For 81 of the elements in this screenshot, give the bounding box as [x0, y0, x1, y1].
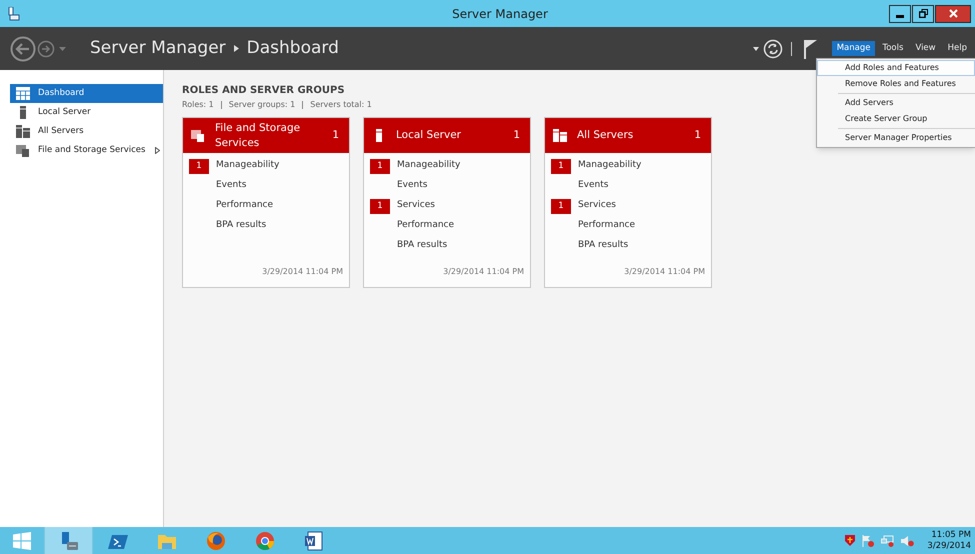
- speaker-icon[interactable]: [901, 534, 914, 546]
- timestamp: 3/29/2014 11:04 PM: [624, 266, 705, 278]
- flag-icon[interactable]: [804, 38, 818, 58]
- sidebar-item[interactable]: Dashboard: [10, 84, 163, 103]
- refresh-icon[interactable]: [762, 38, 783, 58]
- servers-icon: [16, 125, 30, 138]
- back-icon[interactable]: [10, 36, 36, 62]
- card-title: Local Server: [396, 128, 462, 143]
- restore-icon: [918, 9, 928, 18]
- sidebar-item[interactable]: All Servers: [10, 122, 163, 141]
- grid-icon: [16, 87, 30, 100]
- menu-item[interactable]: Tools: [877, 41, 908, 56]
- timestamp: 3/29/2014 11:04 PM: [443, 266, 524, 278]
- browser-icon: [254, 530, 274, 550]
- status-link[interactable]: Events: [397, 179, 428, 193]
- menu-option[interactable]: Remove Roles and Features: [817, 76, 975, 92]
- restore-button[interactable]: [912, 4, 934, 22]
- servers-icon: [553, 129, 567, 142]
- status-link[interactable]: Performance: [216, 199, 274, 213]
- status-link[interactable]: BPA results: [578, 239, 628, 253]
- card-header[interactable]: File and Storage Services 1: [183, 118, 349, 153]
- card-title: File and Storage Services: [215, 120, 302, 150]
- clock[interactable]: 11:05 PM 3/29/2014: [927, 530, 971, 552]
- page-title: Dashboard: [246, 36, 339, 60]
- summary-text: Servers total: 1: [310, 99, 372, 111]
- status-link[interactable]: Services: [397, 199, 435, 213]
- menu-option[interactable]: Add Roles and Features: [817, 60, 975, 76]
- summary-text: Roles: 1: [182, 99, 214, 111]
- close-icon: [948, 9, 958, 18]
- expand-icon[interactable]: [155, 147, 160, 154]
- status-link[interactable]: Manageability: [578, 159, 642, 173]
- alert-badge: 1: [551, 158, 571, 174]
- window-title: Server Manager: [451, 6, 549, 22]
- taskbar-app[interactable]: [44, 527, 93, 554]
- card-title: All Servers: [577, 128, 634, 143]
- status-link[interactable]: Events: [578, 179, 608, 193]
- count-text: 1: [332, 128, 339, 143]
- sidebar-item[interactable]: Local Server: [10, 103, 163, 122]
- shield-icon[interactable]: [845, 535, 856, 546]
- status-link[interactable]: Manageability: [397, 159, 460, 173]
- menu-item[interactable]: View: [910, 41, 941, 56]
- separator-icon: [234, 45, 239, 52]
- flag-icon[interactable]: [862, 534, 874, 546]
- menu-option[interactable]: Server Manager Properties: [817, 130, 975, 146]
- document-icon: [304, 530, 324, 550]
- status-link[interactable]: BPA results: [216, 219, 266, 233]
- menu-item[interactable]: Manage: [832, 41, 876, 56]
- network-icon[interactable]: [881, 534, 894, 546]
- count-text: 1: [694, 128, 701, 143]
- folders-icon: [16, 144, 30, 157]
- dropdown-icon[interactable]: [752, 46, 759, 50]
- close-button[interactable]: [935, 4, 971, 22]
- card-header[interactable]: Local Server 1: [364, 118, 530, 153]
- status-link[interactable]: Services: [578, 199, 616, 213]
- forward-icon[interactable]: [37, 40, 55, 58]
- app-icon: [8, 6, 20, 20]
- card-header[interactable]: All Servers 1: [545, 118, 711, 153]
- menu-option[interactable]: Create Server Group: [817, 111, 975, 127]
- windows-logo-icon: [13, 532, 31, 550]
- status-link[interactable]: BPA results: [397, 239, 448, 253]
- alert-badge: 1: [551, 198, 571, 214]
- menu-option[interactable]: Add Servers: [817, 95, 975, 111]
- alert-badge: 1: [189, 158, 209, 174]
- minimize-button[interactable]: [889, 4, 911, 22]
- server-group-card[interactable]: File and Storage Services 1 1 Manageability Events Performance BPA results 3/29/2014 11:04 PM: [182, 117, 350, 288]
- status-link[interactable]: Events: [216, 179, 246, 193]
- server-group-card[interactable]: Local Server 1 1 Manageability Events 1 Services Performance BPA results 3/29/2014 11:04 PM: [363, 117, 531, 288]
- timestamp: 3/29/2014 11:04 PM: [262, 266, 343, 278]
- status-link[interactable]: Performance: [578, 219, 636, 233]
- summary-text: Server groups: 1: [228, 99, 296, 111]
- alert-badge: 1: [370, 198, 390, 214]
- sidebar-item[interactable]: File and Storage Services: [10, 141, 163, 160]
- breadcrumb-link[interactable]: Server Manager: [90, 36, 226, 62]
- status-link[interactable]: Performance: [397, 219, 454, 233]
- alert-badge: 1: [370, 158, 390, 174]
- section-title: ROLES AND SERVER GROUPS: [182, 84, 345, 98]
- status-link[interactable]: Manageability: [216, 159, 280, 173]
- server-group-card[interactable]: All Servers 1 1 Manageability Events 1 Services Performance BPA results 3/29/2014 11:04 PM: [544, 117, 712, 288]
- menu-item[interactable]: Help: [942, 41, 967, 56]
- folders-icon: [191, 129, 205, 142]
- count-text: 1: [513, 128, 520, 143]
